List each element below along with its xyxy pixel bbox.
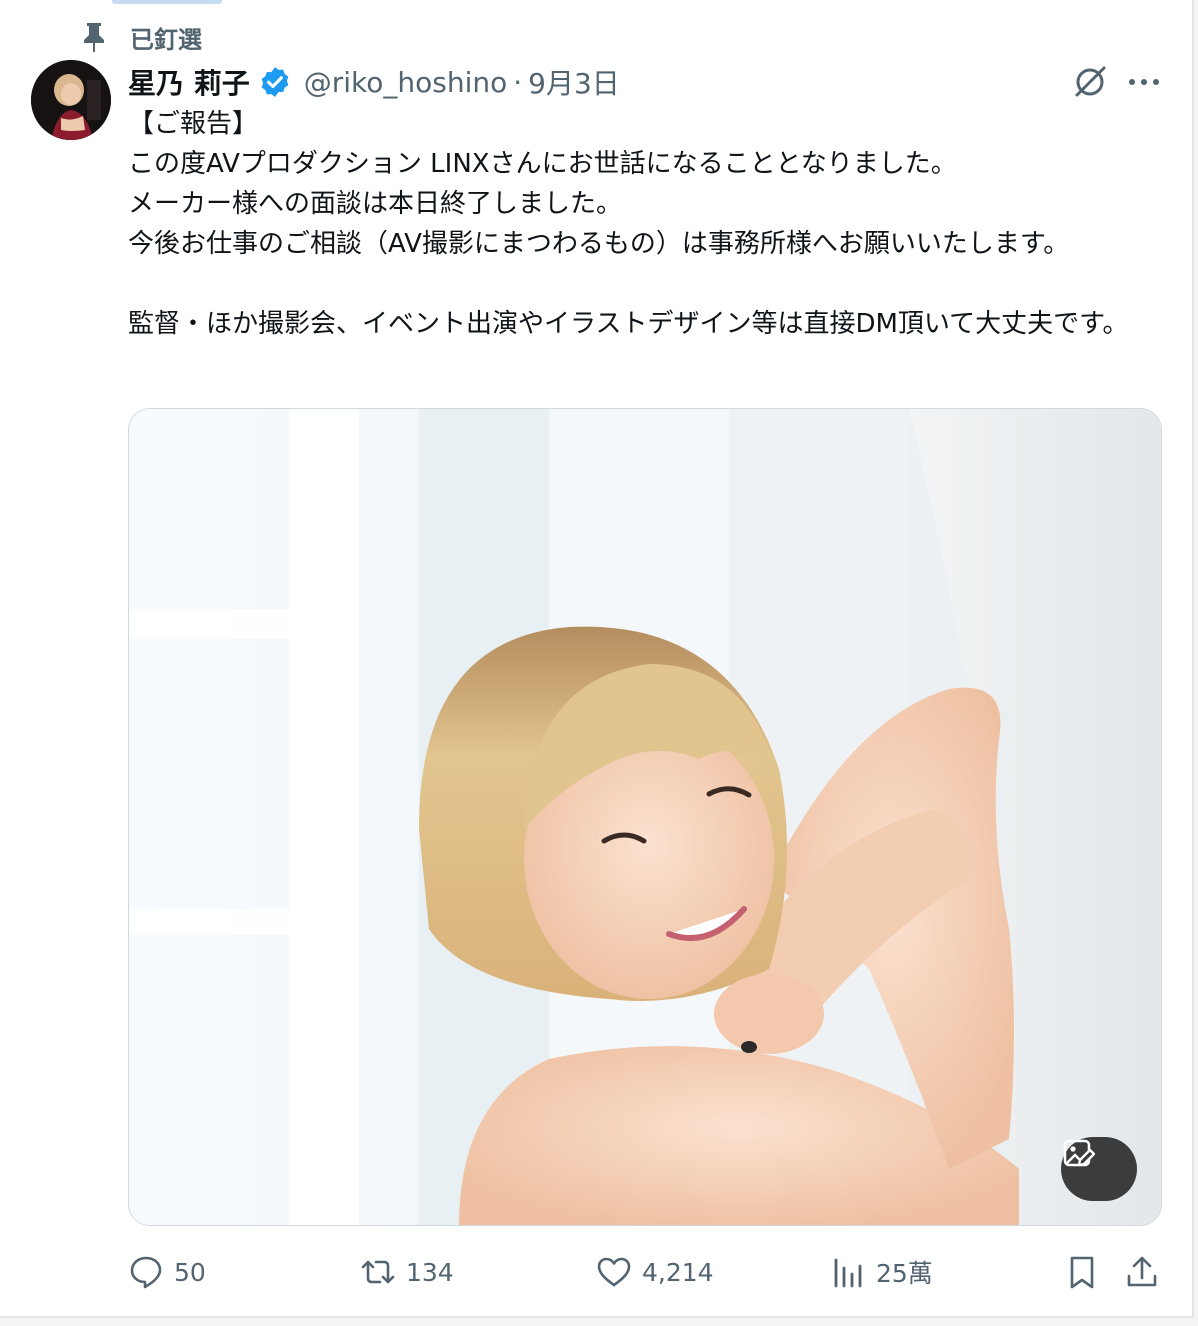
edit-image-button[interactable]	[1061, 1137, 1137, 1201]
retweet-button[interactable]: 134	[360, 1248, 454, 1296]
display-name[interactable]: 星乃 莉子	[128, 62, 250, 102]
views-button[interactable]: 25萬	[830, 1248, 933, 1296]
retweet-count: 134	[406, 1257, 454, 1287]
reply-button[interactable]: 50	[128, 1248, 206, 1296]
like-count: 4,214	[642, 1257, 714, 1287]
bookmark-icon	[1070, 1256, 1094, 1289]
photo-image	[129, 409, 1161, 1225]
tweet-text-line: 今後お仕事のご相談（AV撮影にまつわるもの）は事務所様へお願いいたします。	[128, 229, 1070, 259]
tweet-actions: 50 134 4,214 25萬	[128, 1248, 1164, 1296]
author-handle[interactable]: @riko_hoshino	[304, 66, 508, 99]
pinned-indicator: 已釘選	[80, 20, 202, 54]
tweet-header: 星乃 莉子 @riko_hoshino · 9月3日	[128, 60, 620, 104]
separator-dot: ·	[513, 65, 523, 99]
tweet-text-line: 【ご報告】	[128, 109, 259, 139]
tweet-date[interactable]: 9月3日	[528, 62, 620, 102]
alt-image-edit-icon	[1063, 1139, 1095, 1167]
retweet-icon	[361, 1260, 395, 1284]
heart-icon	[597, 1257, 631, 1287]
tweet-text: 【ご報告】 この度AVプロダクション LINXさんにお世話になることとなりました…	[128, 104, 1158, 344]
tweet-photo[interactable]	[128, 408, 1162, 1226]
pin-icon	[84, 23, 104, 52]
pinned-tweet[interactable]: 已釘選 星乃 莉子 @riko_hoshino · 9月3日 【ご報告】 この度…	[0, 0, 1194, 1318]
bookmark-button[interactable]	[1064, 1248, 1100, 1296]
grok-icon[interactable]	[1070, 62, 1110, 102]
avatar[interactable]	[31, 60, 111, 140]
share-button[interactable]	[1124, 1248, 1160, 1296]
tweet-text-line: この度AVプロダクション LINXさんにお世話になることとなりました。	[128, 149, 957, 179]
tweet-text-line: 監督・ほか撮影会、イベント出演やイラストデザイン等は直接DM頂いて大丈夫です。	[128, 309, 1129, 339]
reply-icon	[130, 1256, 162, 1289]
page-frame: 已釘選 星乃 莉子 @riko_hoshino · 9月3日 【ご報告】 この度…	[0, 0, 1198, 1326]
like-button[interactable]: 4,214	[596, 1248, 714, 1296]
scroll-indicator	[112, 0, 222, 4]
tweet-text-line: メーカー様への面談は本日終了しました。	[128, 189, 623, 219]
share-icon	[1127, 1256, 1157, 1287]
pinned-label: 已釘選	[130, 25, 202, 54]
verified-badge-icon[interactable]	[258, 65, 292, 99]
reply-count: 50	[174, 1257, 206, 1287]
views-icon	[834, 1258, 862, 1288]
more-icon[interactable]	[1124, 62, 1164, 102]
avatar-image	[31, 60, 111, 140]
views-count: 25萬	[876, 1259, 933, 1288]
